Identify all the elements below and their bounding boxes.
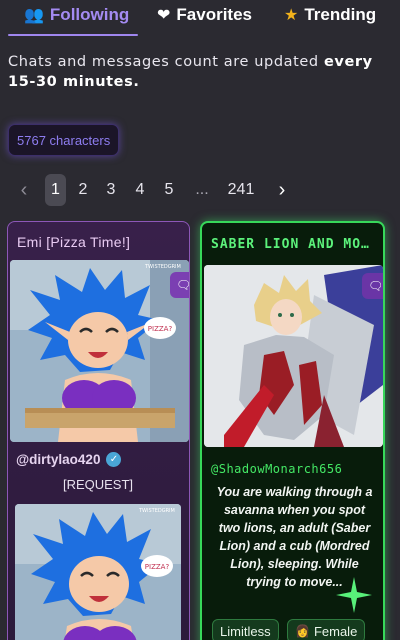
chat-bubble-icon: 🗨 [368, 279, 384, 293]
chevron-left-icon[interactable]: ‹ [14, 174, 34, 206]
tab-favorites-label: Favorites [176, 5, 252, 24]
verified-icon: ✓ [106, 452, 122, 467]
tag-female-label: Female [313, 623, 358, 639]
sparkle-icon [336, 577, 372, 613]
character-count-label: 5767 characters [17, 132, 111, 148]
active-tab-indicator [8, 34, 138, 36]
page-button-3[interactable]: 3 [101, 174, 121, 206]
card-author[interactable]: @dirtylao420 ✓ [16, 452, 122, 467]
character-count-badge: 5767 characters [8, 124, 120, 156]
chevron-right-icon[interactable]: › [272, 174, 292, 206]
card-author[interactable]: @ShadowMonarch656 [211, 462, 342, 476]
tab-trending[interactable]: ★ Trending [284, 5, 376, 25]
chat-count-badge: 🗨 4 [170, 272, 190, 298]
character-preview-image: PIZZA? TWISTEDGRIM [15, 504, 181, 640]
tag-limitless-label: Limitless [220, 623, 271, 639]
card-tagline: [REQUEST] [62, 477, 134, 492]
author-handle: @dirtylao420 [16, 452, 101, 467]
pagination: ‹ 1 2 3 4 5 ... 241 › [0, 174, 400, 206]
tab-favorites[interactable]: ❤ Favorites [157, 5, 252, 25]
tab-bar: 👥 Following ❤ Favorites ★ Trending [0, 0, 400, 38]
card-title: Emi [Pizza Time!] [17, 234, 131, 250]
speech-bubble-text: PIZZA? [148, 325, 173, 333]
page-button-last[interactable]: 241 [224, 174, 258, 206]
star-icon: ★ [284, 7, 299, 24]
female-icon: 👩 [295, 624, 310, 638]
tab-trending-label: Trending [304, 5, 377, 24]
notice-text: Chats and messages count are updated [8, 54, 324, 70]
chat-bubble-icon: 🗨 [176, 278, 190, 292]
chat-count-badge: 🗨 9 [362, 273, 384, 299]
card-description: You are walking through a savanna when y… [216, 485, 373, 589]
page-button-1[interactable]: 1 [45, 174, 66, 206]
card-title: SABER LION AND MO… [211, 237, 370, 252]
page-button-2[interactable]: 2 [73, 174, 93, 206]
tag-female[interactable]: 👩 Female [287, 619, 366, 640]
tag-limitless[interactable]: Limitless [212, 619, 279, 640]
heart-icon: ❤ [157, 7, 171, 24]
character-avatar-image: PIZZA? TWISTEDGRIM [10, 260, 189, 442]
page-button-5[interactable]: 5 [159, 174, 179, 206]
tab-following-label: Following [49, 5, 130, 24]
page-button-4[interactable]: 4 [130, 174, 150, 206]
update-notice: Chats and messages count are updated eve… [8, 52, 378, 92]
artist-watermark: TWISTEDGRIM [144, 264, 181, 270]
character-card-saber-lion[interactable]: SABER LION AND MO… 🗨 9 @ShadowMonarch656… [200, 221, 385, 640]
character-avatar-image [204, 265, 383, 447]
speech-bubble-text: PIZZA? [145, 563, 170, 571]
character-card-emi[interactable]: Emi [Pizza Time!] PIZZA? TWISTEDGRIM 🗨 @… [7, 221, 190, 640]
tab-following[interactable]: 👥 Following [24, 5, 129, 25]
users-icon: 👥 [24, 7, 44, 24]
pagination-ellipsis: ... [195, 181, 209, 198]
artist-watermark: TWISTEDGRIM [138, 508, 175, 514]
